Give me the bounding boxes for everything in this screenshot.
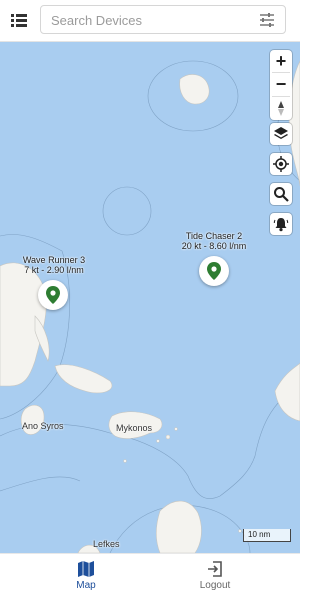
compass-icon: [278, 101, 284, 116]
map-view[interactable]: Wave Runner 3 7 kt - 2.90 l/nm Tide Chas…: [0, 41, 300, 553]
nav-label: Logout: [199, 580, 231, 591]
vessel-label-tide-chaser: Tide Chaser 2 20 kt - 8.60 l/nm: [172, 231, 256, 251]
location-pin-icon: [46, 286, 60, 304]
compass-button[interactable]: [270, 97, 292, 120]
vessel-stats: 20 kt - 8.60 l/nm: [181, 241, 247, 251]
vessel-stats: 7 kt - 2.90 l/nm: [24, 265, 84, 275]
logout-icon: [208, 561, 222, 577]
vessel-marker-wave-runner[interactable]: [38, 280, 68, 310]
vessel-label-wave-runner: Wave Runner 3 7 kt - 2.90 l/nm: [14, 255, 94, 275]
top-bar: Search Devices: [0, 0, 300, 42]
place-label: Mykonos: [116, 423, 153, 433]
nav-label: Map: [76, 580, 96, 591]
alarm-bell-icon: [273, 218, 289, 232]
nav-logout[interactable]: Logout: [140, 554, 290, 595]
list-icon: [11, 14, 27, 27]
vessel-name: Wave Runner 3: [22, 255, 86, 265]
bottom-navigation: Map Logout: [0, 553, 300, 595]
vessel-name: Tide Chaser 2: [185, 231, 243, 241]
scale-bar: 10 nm: [243, 529, 291, 542]
map-icon: [78, 561, 94, 577]
place-label: Lefkes: [93, 539, 120, 549]
nav-map[interactable]: Map: [11, 554, 161, 595]
vessel-marker-tide-chaser[interactable]: [199, 256, 229, 286]
layers-icon: [274, 127, 288, 139]
locate-button[interactable]: [270, 153, 292, 175]
alarm-button[interactable]: [270, 213, 292, 235]
search-devices-input[interactable]: Search Devices: [40, 5, 286, 34]
layers-button[interactable]: [270, 123, 292, 145]
filter-icon[interactable]: [259, 12, 275, 28]
search-placeholder: Search Devices: [51, 13, 143, 28]
zoom-control: + −: [270, 50, 292, 120]
zoom-in-button[interactable]: +: [270, 50, 292, 72]
location-pin-icon: [207, 262, 221, 280]
search-icon: [274, 187, 289, 202]
map-search-button[interactable]: [270, 183, 292, 205]
place-label: Ano Syros: [22, 421, 64, 431]
zoom-out-button[interactable]: −: [270, 73, 292, 95]
locate-icon: [273, 156, 289, 172]
list-menu-button[interactable]: [8, 9, 30, 31]
